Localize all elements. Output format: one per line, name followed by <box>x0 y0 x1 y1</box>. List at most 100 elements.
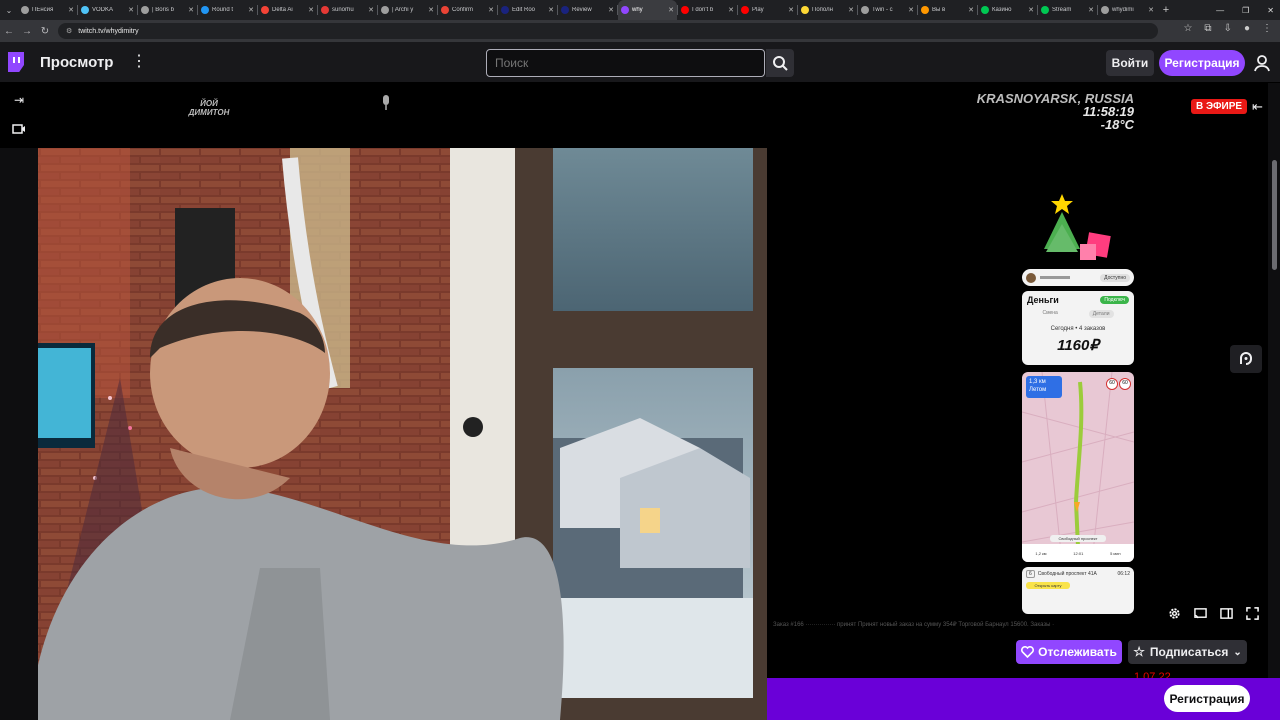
tab-close-icon[interactable]: ✕ <box>128 6 134 14</box>
tab-close-icon[interactable]: ✕ <box>548 6 554 14</box>
tab-close-icon[interactable]: ✕ <box>1088 6 1094 14</box>
browser-tab[interactable]: Delta Ai ✕ <box>258 0 317 20</box>
chat-toggle-button[interactable] <box>1230 345 1262 373</box>
browser-tab[interactable]: Вы в ✕ <box>918 0 977 20</box>
browser-tab[interactable]: Round t ✕ <box>198 0 257 20</box>
tab-close-icon[interactable]: ✕ <box>788 6 794 14</box>
browser-tab[interactable]: Edit Roo ✕ <box>498 0 557 20</box>
tab-close-icon[interactable]: ✕ <box>668 6 674 14</box>
tab-search-icon[interactable]: ⌄ <box>0 6 18 15</box>
extensions-icon[interactable]: ⧉ <box>1204 23 1211 34</box>
tab-close-icon[interactable]: ✕ <box>728 6 734 14</box>
reload-icon[interactable]: ↻ <box>36 26 54 37</box>
browser-tab[interactable]: Twin - c ✕ <box>858 0 917 20</box>
browser-tab-strip: ⌄ ПЕнсия ✕ VODKA ✕ | Boris b ✕ Round t ✕ Delta A… <box>0 0 1280 20</box>
browser-tab[interactable]: Review ✕ <box>558 0 617 20</box>
browser-menu-icon[interactable]: ⋮ <box>1262 23 1272 34</box>
url-field[interactable]: ⚙ twitch.tv/whydimitry <box>58 23 1158 39</box>
tab-close-icon[interactable]: ✕ <box>68 6 74 14</box>
browser-tab[interactable]: Confirm ✕ <box>438 0 497 20</box>
tab-title: I don't b <box>692 7 714 13</box>
viewer-count: 1 07 22 <box>1134 671 1171 678</box>
settings-gear-icon[interactable] <box>1168 607 1181 620</box>
tab-title: Вы в <box>932 7 946 13</box>
route-summary: 1,2 км 12:01 5 мин <box>1022 544 1134 562</box>
site-info-icon[interactable]: ⚙ <box>66 27 72 35</box>
tab-title: Twin - c <box>872 7 893 13</box>
browser-tab[interactable]: ПЕнсия ✕ <box>18 0 77 20</box>
search-input[interactable] <box>486 49 765 77</box>
user-icon[interactable] <box>1253 54 1271 72</box>
bookmark-star-icon[interactable]: ☆ <box>1183 23 1192 34</box>
browser-tab[interactable]: I don't b ✕ <box>678 0 737 20</box>
tab-close-icon[interactable]: ✕ <box>428 6 434 14</box>
browser-tab[interactable]: VODKA ✕ <box>78 0 137 20</box>
tab-favicon-icon <box>981 6 989 14</box>
browser-tab[interactable]: why ✕ <box>618 0 677 20</box>
browser-tab[interactable]: | Archi y ✕ <box>378 0 437 20</box>
browser-tab[interactable]: Play ✕ <box>738 0 797 20</box>
tab-close-icon[interactable]: ✕ <box>188 6 194 14</box>
tab-close-icon[interactable]: ✕ <box>248 6 254 14</box>
tab-favicon-icon <box>861 6 869 14</box>
banner-signup-button[interactable]: Регистрация <box>1164 685 1250 712</box>
tab-title: whydimi <box>1112 7 1134 13</box>
search-icon <box>773 56 788 71</box>
tab-shift: Смена <box>1042 310 1058 316</box>
url-text: twitch.tv/whydimitry <box>78 27 139 35</box>
browser-tab[interactable]: | Boris b ✕ <box>138 0 197 20</box>
speed-current: 60 <box>1119 378 1131 390</box>
search-button[interactable] <box>766 49 794 77</box>
tab-title: Review <box>572 7 592 13</box>
tab-title: | Boris b <box>152 7 174 13</box>
cast-icon[interactable] <box>1194 607 1207 620</box>
tab-close-icon[interactable]: ✕ <box>908 6 914 14</box>
subscribe-button[interactable]: ☆ Подписаться ⌄ <box>1128 640 1247 664</box>
tab-favicon-icon <box>21 6 29 14</box>
close-window-icon[interactable]: ✕ <box>1267 6 1274 15</box>
more-menu-icon[interactable]: ⋮ <box>131 52 147 72</box>
follow-label: Отслеживать <box>1038 645 1117 659</box>
tab-favicon-icon <box>1101 6 1109 14</box>
maximize-icon[interactable]: ❐ <box>1242 6 1249 15</box>
browse-link[interactable]: Просмотр <box>40 54 113 71</box>
tab-close-icon[interactable]: ✕ <box>368 6 374 14</box>
chat-icon <box>1240 352 1252 365</box>
forward-icon[interactable]: → <box>18 26 36 37</box>
tab-close-icon[interactable]: ✕ <box>488 6 494 14</box>
browser-tab[interactable]: Stream ✕ <box>1038 0 1097 20</box>
new-tab-button[interactable]: + <box>1157 4 1175 16</box>
theatre-mode-icon[interactable] <box>1220 607 1233 620</box>
webcam-feed <box>38 148 767 720</box>
order-card: 6 Свободный проспект 41А 06:12 Открыть к… <box>1022 567 1134 614</box>
back-icon[interactable]: ← <box>0 26 18 37</box>
twitch-logo-icon[interactable] <box>8 52 24 72</box>
minimize-icon[interactable]: — <box>1216 6 1224 15</box>
signup-button[interactable]: Регистрация <box>1159 50 1245 76</box>
tab-favicon-icon <box>801 6 809 14</box>
browser-tab[interactable]: sunorhu ✕ <box>318 0 377 20</box>
tab-title: | Archi y <box>392 7 414 13</box>
tab-close-icon[interactable]: ✕ <box>1028 6 1034 14</box>
browser-tab[interactable]: Пополн ✕ <box>798 0 857 20</box>
fullscreen-icon[interactable] <box>1246 607 1259 620</box>
tab-title: Round t <box>212 7 234 13</box>
tab-close-icon[interactable]: ✕ <box>308 6 314 14</box>
expand-sidebar-icon[interactable]: ⇥ <box>10 93 28 107</box>
profile-icon[interactable]: ● <box>1244 23 1250 34</box>
login-button[interactable]: Войти <box>1106 50 1154 76</box>
followed-channels-icon[interactable] <box>10 123 28 137</box>
browser-tab[interactable]: whydimi ✕ <box>1098 0 1157 20</box>
tab-close-icon[interactable]: ✕ <box>848 6 854 14</box>
browser-tab[interactable]: Казино ✕ <box>978 0 1037 20</box>
collapse-chat-icon[interactable]: ⇤ <box>1252 99 1263 115</box>
downloads-icon[interactable]: ⇩ <box>1224 23 1232 34</box>
tab-title: Confirm <box>452 7 474 13</box>
tab-close-icon[interactable]: ✕ <box>608 6 614 14</box>
tab-close-icon[interactable]: ✕ <box>968 6 974 14</box>
follow-button[interactable]: Отслеживать <box>1016 640 1122 664</box>
page-scrollbar[interactable] <box>1272 160 1277 270</box>
stream-player[interactable]: ЙОЙ ДИМИТОН KRASNOYARSK, RUSSIA 11:58:19… <box>38 83 1268 720</box>
tab-favicon-icon <box>381 6 389 14</box>
tab-close-icon[interactable]: ✕ <box>1148 6 1154 14</box>
